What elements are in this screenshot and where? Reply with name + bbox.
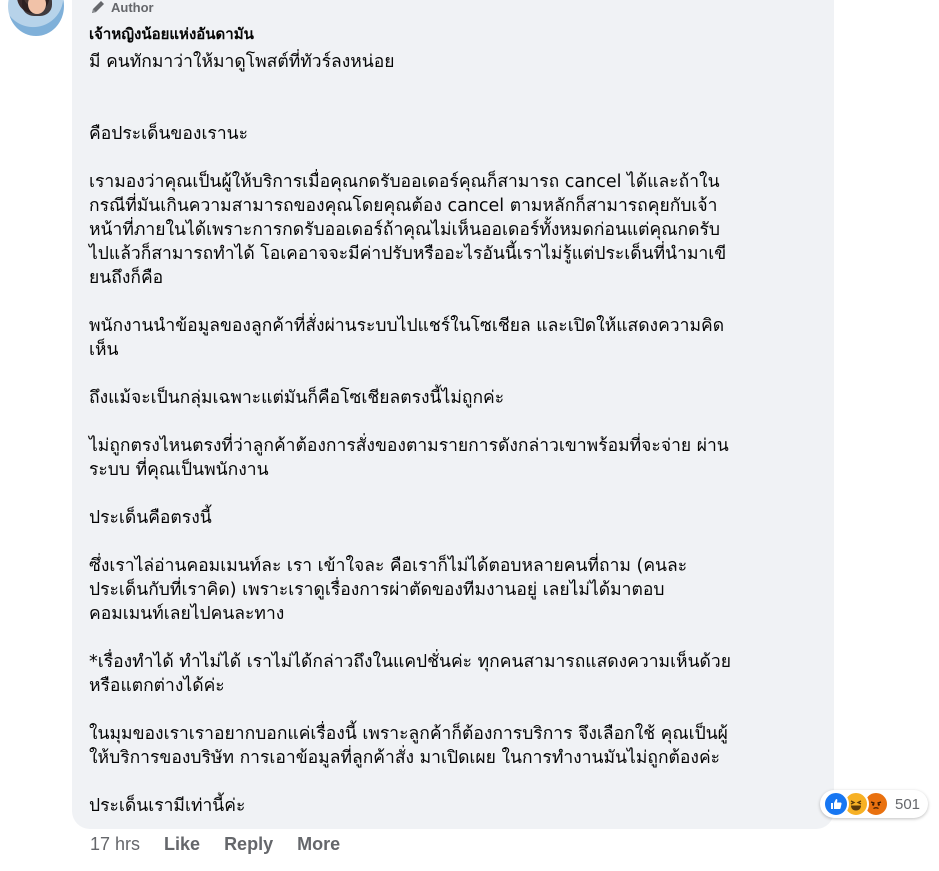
timestamp[interactable]: 17 hrs (90, 834, 140, 855)
like-icon (823, 791, 849, 817)
more-button[interactable]: More (297, 834, 340, 855)
author-badge-label: Author (111, 0, 154, 15)
reply-button[interactable]: Reply (224, 834, 273, 855)
avatar[interactable] (8, 0, 64, 36)
author-name[interactable]: เจ้าหญิงน้อยแห่งอันดามัน (89, 22, 254, 46)
like-button[interactable]: Like (164, 834, 200, 855)
pencil-icon (92, 1, 104, 13)
author-badge: Author (90, 0, 154, 16)
comment-actions: 17 hrs Like Reply More (90, 834, 340, 855)
comment-text: มี คนทักมาว่าให้มาดูโพสต์ที่ทัวร์ลงหน่อย… (89, 52, 731, 816)
reaction-summary[interactable]: 501 (820, 790, 929, 818)
reaction-count: 501 (895, 795, 921, 813)
